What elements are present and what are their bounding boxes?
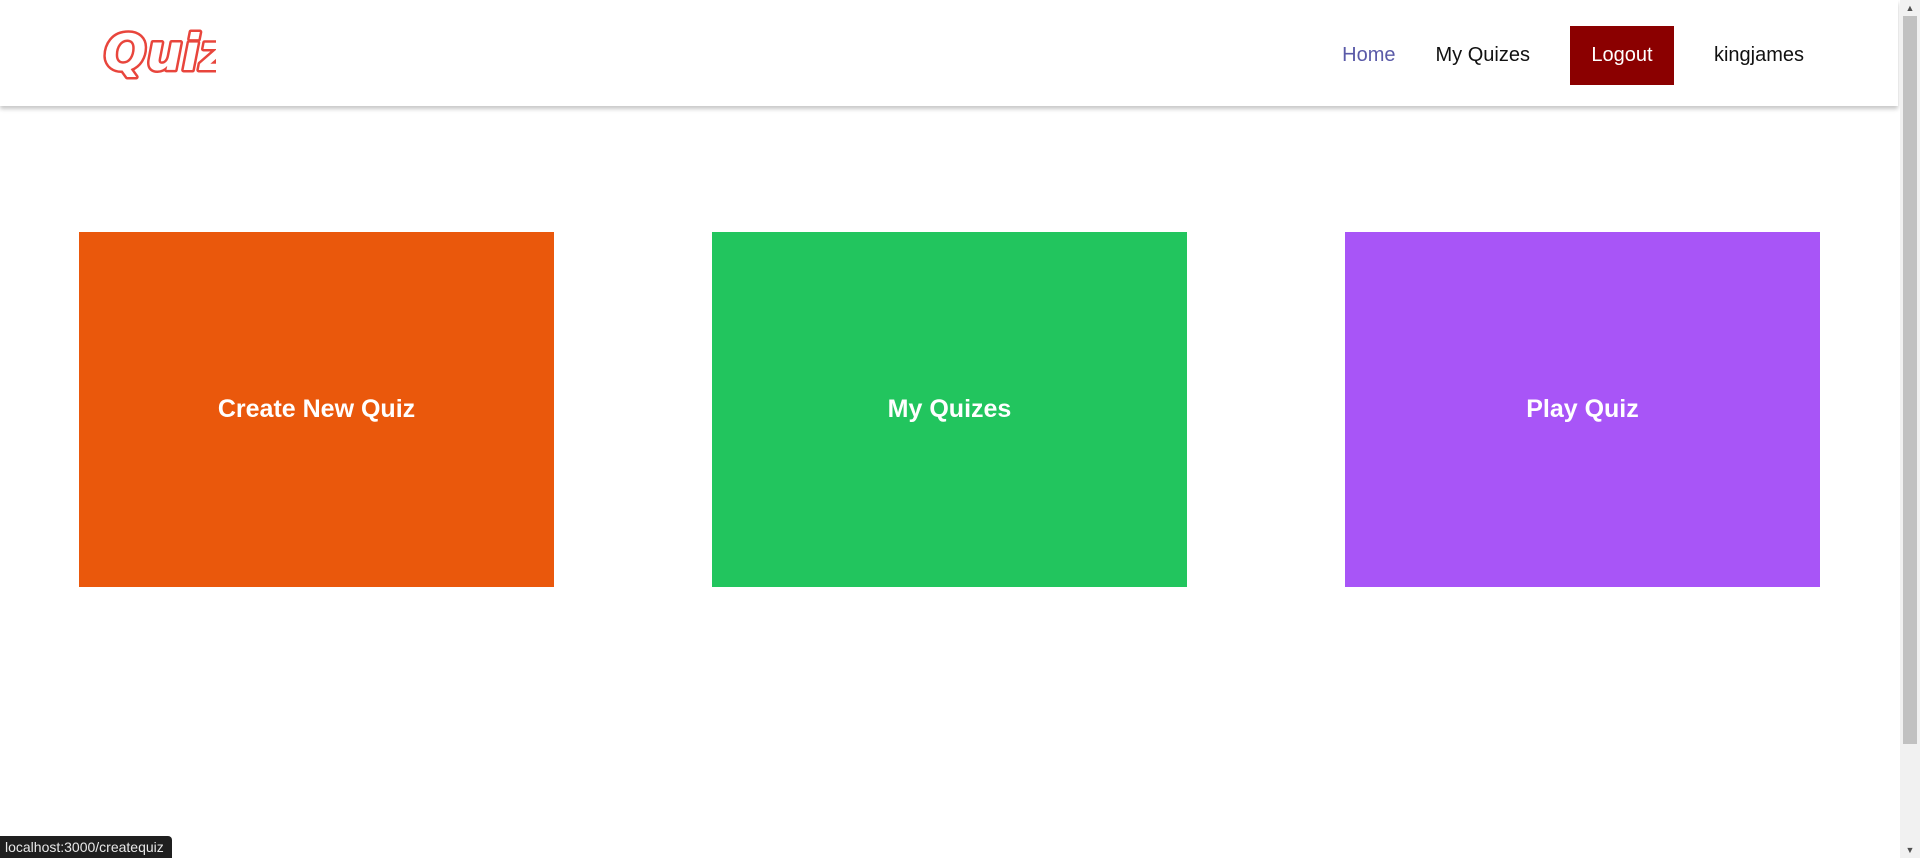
create-new-quiz-card[interactable]: Create New Quiz [79,232,554,587]
logo-link[interactable]: Quiz [100,20,232,86]
play-quiz-card[interactable]: Play Quiz [1345,232,1820,587]
logo-text: Quiz [104,24,216,82]
app-page: Quiz Home My Quizes Logout kingjames Cre… [0,0,1920,858]
quiz-logo: Quiz [102,22,232,85]
scroll-down-arrow-icon[interactable]: ▼ [1900,842,1920,858]
logout-button[interactable]: Logout [1569,26,1674,85]
scroll-up-arrow-icon[interactable]: ▲ [1900,0,1920,16]
nav-home-link[interactable]: Home [1342,44,1395,67]
my-quizes-card[interactable]: My Quizes [712,232,1187,587]
navbar: Quiz Home My Quizes Logout kingjames [0,0,1898,106]
nav-myquizes-link[interactable]: My Quizes [1435,44,1529,67]
username-label: kingjames [1713,44,1804,66]
scroll-thumb[interactable] [1903,16,1917,744]
vertical-scrollbar[interactable]: ▲ ▼ [1900,0,1920,858]
nav-links: Home My Quizes Logout kingjames [1342,26,1898,85]
status-bar-url: localhost:3000/createquiz [0,836,172,858]
